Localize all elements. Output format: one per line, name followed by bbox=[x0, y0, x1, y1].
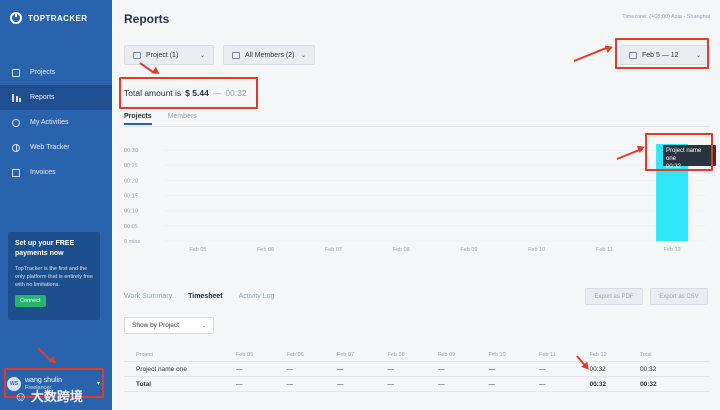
y-tick-label: 0 mins bbox=[124, 239, 140, 245]
briefcase-icon bbox=[133, 51, 141, 59]
brand-name: TOPTRACKER bbox=[28, 13, 88, 23]
table-cell: — bbox=[488, 365, 496, 373]
column-header: Feb 07 bbox=[337, 351, 355, 358]
sidebar-item-label: Invoices bbox=[30, 169, 56, 176]
annotation-box-date bbox=[615, 38, 709, 69]
document-icon bbox=[12, 168, 20, 177]
chevron-down-icon: ⌄ bbox=[300, 52, 306, 59]
table-cell: — bbox=[286, 365, 294, 373]
home-icon bbox=[12, 68, 20, 77]
y-tick-label: 00:05 bbox=[124, 224, 138, 230]
sidebar-item-web-tracker[interactable]: Web Tracker bbox=[0, 135, 112, 160]
export-pdf-button[interactable]: Export as PDF bbox=[585, 288, 643, 305]
globe-icon bbox=[12, 143, 20, 152]
table-cell: Project name one bbox=[136, 365, 187, 373]
show-by-select[interactable]: Show by Project ⌄ bbox=[124, 317, 214, 334]
table-header: Project Feb 05 Feb 06 Feb 07 Feb 08 Feb … bbox=[124, 348, 710, 362]
clock-icon bbox=[12, 118, 20, 127]
annotation-box-tooltip bbox=[645, 133, 713, 171]
column-header: Project bbox=[136, 351, 154, 358]
table-cell: — bbox=[387, 380, 395, 388]
sidebar-item-invoices[interactable]: Invoices bbox=[0, 160, 112, 185]
table-cell: 00:32 bbox=[589, 380, 607, 388]
column-header: Feb 08 bbox=[387, 351, 405, 358]
sidebar-item-projects[interactable]: Projects bbox=[0, 60, 112, 85]
sidebar-item-label: Web Tracker bbox=[30, 144, 70, 151]
x-tick-label: Feb 12 bbox=[664, 247, 681, 253]
logo-icon bbox=[10, 12, 22, 24]
project-filter-label: Project (1) bbox=[146, 51, 179, 59]
chevron-down-icon: ⌄ bbox=[201, 322, 206, 329]
people-icon bbox=[232, 51, 240, 59]
tab-members[interactable]: Members bbox=[168, 113, 197, 125]
show-by-label: Show by Project bbox=[132, 322, 179, 329]
sidebar-item-reports[interactable]: Reports bbox=[0, 85, 112, 110]
column-header: Feb 06 bbox=[286, 351, 304, 358]
tabs-divider bbox=[124, 126, 710, 127]
table-cell: 00:32 bbox=[589, 365, 606, 373]
table-total-row: Total — — — — — — — 00:32 00:32 bbox=[124, 377, 710, 392]
x-tick-label: Feb 08 bbox=[393, 247, 410, 253]
project-filter[interactable]: Project (1) ⌄ bbox=[124, 45, 214, 65]
table-row[interactable]: Project name one — — — — — — — 00:32 00:… bbox=[124, 362, 710, 377]
y-tick-label: 00:15 bbox=[124, 194, 138, 200]
table-cell: — bbox=[438, 365, 445, 373]
table-cell: — bbox=[488, 380, 496, 388]
tab-projects[interactable]: Projects bbox=[124, 113, 152, 125]
table-cell: 00:32 bbox=[640, 365, 657, 373]
sidebar-item-label: Reports bbox=[30, 94, 55, 101]
table-cell: — bbox=[387, 365, 395, 373]
report-view-tabs: Projects Members bbox=[124, 113, 197, 125]
column-header: Feb 09 bbox=[438, 351, 456, 358]
annotation-box-total bbox=[119, 77, 258, 109]
table-cell: 00:32 bbox=[640, 380, 657, 388]
x-tick-label: Feb 11 bbox=[596, 247, 613, 253]
payments-promo: Set up your FREE payments now TopTracker… bbox=[8, 232, 100, 320]
y-tick-label: 00:20 bbox=[124, 178, 138, 184]
chevron-down-icon: ⌄ bbox=[199, 52, 205, 59]
members-filter-label: All Members (2) bbox=[245, 51, 295, 59]
timesheet-table: Project Feb 05 Feb 06 Feb 07 Feb 08 Feb … bbox=[124, 348, 710, 392]
table-cell: — bbox=[236, 365, 243, 373]
tab-activity-log[interactable]: Activity Log bbox=[239, 293, 275, 303]
sidebar-item-label: Projects bbox=[30, 69, 56, 76]
x-tick-label: Feb 06 bbox=[257, 247, 274, 253]
column-header: Feb 10 bbox=[488, 351, 506, 358]
column-header: Feb 11 bbox=[539, 351, 556, 358]
table-cell: — bbox=[286, 380, 294, 388]
timezone-label: Timezone: (+08:00) Asia - Shanghai bbox=[622, 14, 710, 20]
watermark: ☺ 大数跨境 bbox=[14, 389, 83, 404]
connect-button[interactable]: Connect bbox=[15, 295, 46, 307]
members-filter[interactable]: All Members (2) ⌄ bbox=[223, 45, 315, 65]
tab-work-summary[interactable]: Work Summary bbox=[124, 293, 172, 303]
table-cell: — bbox=[337, 380, 344, 388]
bar-chart-icon bbox=[12, 93, 21, 102]
column-header: Feb 12 bbox=[589, 351, 607, 358]
tab-timesheet[interactable]: Timesheet bbox=[188, 293, 223, 303]
column-header: Total bbox=[640, 351, 652, 358]
y-tick-label: 00:25 bbox=[124, 163, 138, 169]
promo-text: TopTracker is the first and the only pla… bbox=[15, 266, 93, 288]
x-tick-label: Feb 05 bbox=[189, 247, 206, 253]
table-cell: — bbox=[539, 380, 546, 388]
table-cell: — bbox=[438, 380, 445, 388]
sidebar: TOPTRACKER Projects Reports My Activitie… bbox=[0, 0, 112, 410]
y-tick-label: 00:10 bbox=[124, 209, 138, 215]
column-header: Feb 05 bbox=[236, 351, 254, 358]
table-cell: — bbox=[236, 380, 243, 388]
promo-title: Set up your FREE payments now bbox=[15, 240, 75, 257]
x-tick-label: Feb 07 bbox=[325, 247, 342, 253]
x-tick-label: Feb 09 bbox=[460, 247, 477, 253]
page-title: Reports bbox=[124, 12, 170, 26]
sidebar-item-my-activities[interactable]: My Activities bbox=[0, 110, 112, 135]
x-tick-label: Feb 10 bbox=[528, 247, 545, 253]
brand[interactable]: TOPTRACKER bbox=[10, 12, 87, 24]
detail-tabs: Work Summary Timesheet Activity Log bbox=[124, 293, 274, 303]
table-cell: — bbox=[337, 365, 344, 373]
sidebar-item-label: My Activities bbox=[30, 119, 69, 126]
y-tick-label: 00:30 bbox=[124, 148, 138, 154]
export-csv-button[interactable]: Export as CSV bbox=[650, 288, 708, 305]
table-cell: Total bbox=[136, 380, 152, 388]
sidebar-nav: Projects Reports My Activities Web Track… bbox=[0, 60, 112, 185]
